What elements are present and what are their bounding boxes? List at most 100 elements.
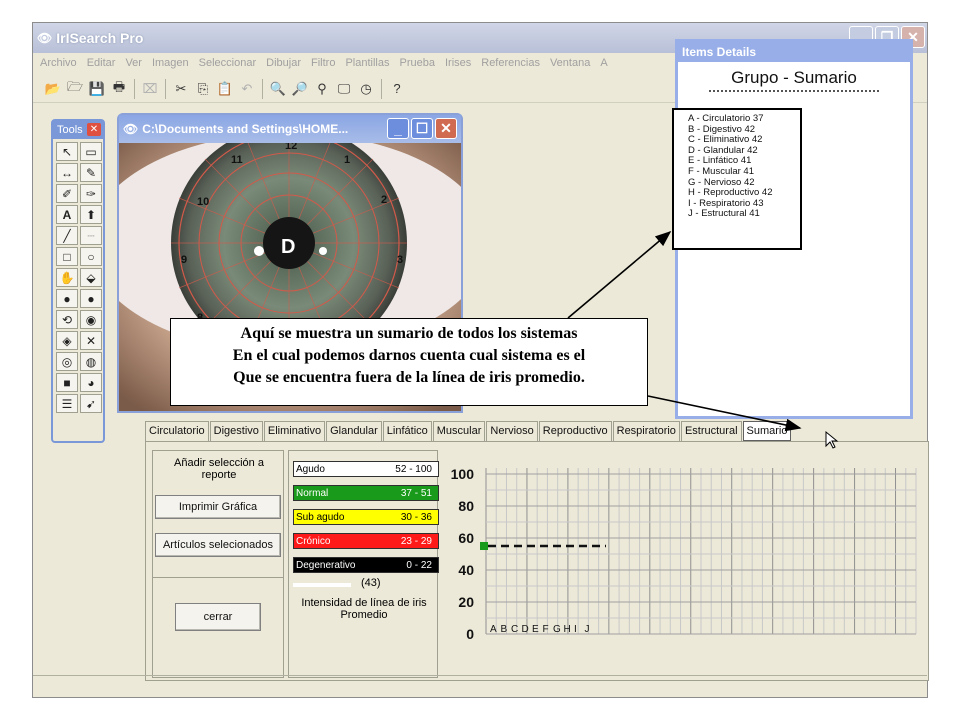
y-tick-label: 80 [458,498,474,514]
iris-tool-icon[interactable]: ◎ [56,352,78,371]
details-heading: Grupo - Sumario [731,68,857,87]
summary-list: A - Circulatorio 37 B - Digestivo 42 C -… [672,108,802,250]
text-tool-icon[interactable]: A [56,205,78,224]
eye-tool-icon[interactable]: ◉ [80,310,102,329]
menu-ventana[interactable]: Ventana [545,57,595,69]
circle-tool-icon[interactable]: ○ [80,247,102,266]
tab-sumario[interactable]: Sumario [742,421,792,441]
add-selection-label[interactable]: Añadir selección a reporte [163,457,275,481]
legend-sub-agudo: Sub agudo 30 - 36 [293,509,439,525]
square-tool-icon[interactable]: □ [56,247,78,266]
menu-referencias[interactable]: Referencias [476,57,545,69]
legend-box: Agudo 52 - 100 Normal 37 - 51 Sub agudo 30 … [288,450,439,678]
brush-tool-icon[interactable]: ✑ [80,184,102,203]
annotation-callout: Aquí se muestra un sumario de todos los … [170,318,648,406]
status-bar [33,675,927,695]
legend-cronico: Crónico 23 - 29 [293,533,439,549]
image-minimize-button[interactable]: _ [387,118,409,139]
rotate-icon[interactable]: ⟲ [56,310,78,329]
menu-prueba[interactable]: Prueba [394,57,439,69]
menu-plantillas[interactable]: Plantillas [340,57,394,69]
tab-circulatorio[interactable]: Circulatorio [145,421,209,441]
tools-close-button[interactable]: ✕ [87,123,101,136]
image-maximize-button[interactable]: ☐ [411,118,433,139]
pen-tool-icon[interactable]: ✎ [80,163,102,182]
hand-tool-icon[interactable]: ✋ [56,268,78,287]
x-tick-label: A [490,624,497,635]
series-start-marker [480,542,488,550]
tab-digestivo[interactable]: Digestivo [209,421,263,441]
cross-tool-icon[interactable]: ✕ [80,331,102,350]
tab-linfatico[interactable]: Linfático [382,421,432,441]
open-folder-icon[interactable]: 🗁 [65,79,85,99]
menu-editar[interactable]: Editar [82,57,121,69]
save-icon[interactable]: 💾 [87,79,107,99]
x-tick-label: B [501,624,508,635]
line-tool-icon[interactable]: ╱ [56,226,78,245]
details-title: Items Details [678,42,910,62]
menu-seleccionar[interactable]: Seleccionar [194,57,261,69]
fill-tool-icon[interactable]: ⬙ [80,268,102,287]
clock-10: 10 [197,196,209,208]
callout-line-2: En el cual podemos darnos cuenta cual si… [232,347,586,364]
list-item: J - Estructural 41 [688,208,760,220]
zoom-out-icon[interactable]: 🔎 [290,79,310,99]
intensity-value: (43) [361,577,381,589]
zoom-icon[interactable]: ⚲ [312,79,332,99]
monitor-icon[interactable]: 🖵 [334,79,354,99]
x-tick-label: H [564,624,571,635]
undo-icon[interactable]: ↶ [237,79,257,99]
legend-agudo: Agudo 52 - 100 [293,461,439,477]
intensity-label: Intensidad de línea de iris Promedio [301,597,427,621]
menu-ayuda[interactable]: A [595,57,612,69]
menu-irises[interactable]: Irises [440,57,476,69]
tab-glandular[interactable]: Glandular [326,421,382,441]
clock-icon[interactable]: ◷ [356,79,376,99]
menu-dibujar[interactable]: Dibujar [261,57,306,69]
lines-tool-icon[interactable]: ☰ [56,394,78,413]
pencil-tool-icon[interactable]: ✐ [56,184,78,203]
new-file-icon[interactable]: 📂 [43,79,63,99]
menu-imagen[interactable]: Imagen [147,57,194,69]
image-close-button[interactable]: ✕ [435,118,457,139]
menu-ver[interactable]: Ver [120,57,147,69]
app-title: IrISearch Pro [56,30,144,46]
close-panel-button[interactable]: cerrar [175,603,261,631]
tab-muscular[interactable]: Muscular [432,421,486,441]
image-window-title: C:\Documents and Settings\HOME... [142,122,349,136]
print-icon[interactable]: 🖶 [109,79,129,99]
tab-eliminativo[interactable]: Eliminativo [263,421,326,441]
tab-reproductivo[interactable]: Reproductivo [538,421,612,441]
color-tool-icon[interactable]: ◈ [56,331,78,350]
tab-nervioso[interactable]: Nervioso [486,421,538,441]
selected-articles-button[interactable]: Artículos selecionados [155,533,281,557]
tab-estructural[interactable]: Estructural [680,421,742,441]
dashed-line-icon[interactable]: ┈ [80,226,102,245]
measure-tool-icon[interactable]: ↔ [56,163,78,182]
clock-1: 1 [344,154,350,166]
marker-l-icon[interactable]: ● [80,289,102,308]
copy-icon[interactable]: ⎘ [193,79,213,99]
y-tick-label: 40 [458,562,474,578]
x-tick-label: G [553,624,561,635]
paste-icon[interactable]: 📋 [215,79,235,99]
clock-11: 11 [231,154,243,166]
cursor-tool-icon[interactable]: ➹ [80,394,102,413]
marker-r-icon[interactable]: ● [56,289,78,308]
summary-panel: Añadir selección a reporte Imprimir Gráf… [145,441,929,681]
globe-tool-icon[interactable]: ◍ [80,352,102,371]
print-chart-button[interactable]: Imprimir Gráfica [155,495,281,519]
arrow-up-icon[interactable]: ⬆ [80,205,102,224]
sphere-tool-icon[interactable]: ◕ [80,373,102,392]
cut-icon[interactable]: ✂ [171,79,191,99]
pointer-tool-icon[interactable]: ↖ [56,142,78,161]
tools-title: Tools [57,124,83,136]
zoom-in-icon[interactable]: 🔍 [268,79,288,99]
tools-panel: Tools ✕ ↖ ▭ ↔ ✎ ✐ ✑ A ⬆ ╱ ┈ □ ○ ✋ ⬙ ● ● ⟲… [51,119,105,443]
tab-respiratorio[interactable]: Respiratorio [612,421,680,441]
black-square-icon[interactable]: ■ [56,373,78,392]
menu-archivo[interactable]: Archivo [35,57,82,69]
help-icon[interactable]: ? [387,79,407,99]
menu-filtro[interactable]: Filtro [306,57,340,69]
rectangle-select-icon[interactable]: ▭ [80,142,102,161]
